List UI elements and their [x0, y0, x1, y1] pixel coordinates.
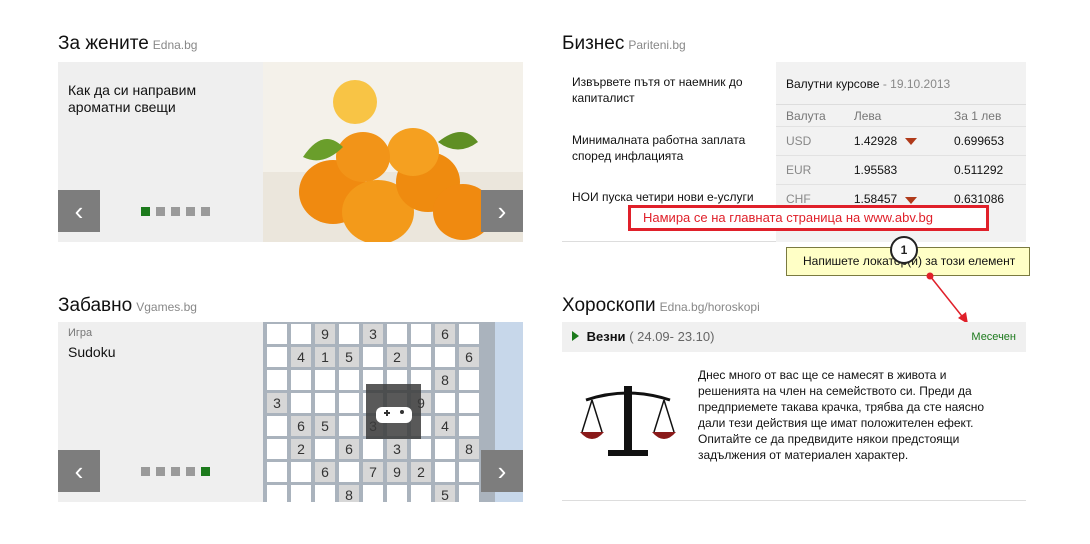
libra-scales-icon [578, 380, 678, 460]
play-icon [572, 331, 579, 341]
horoscope-sign[interactable]: Везни ( 24.09- 23.10) [572, 329, 714, 344]
divider [562, 500, 1026, 501]
horoscope-source[interactable]: Edna.bg/horoskopi [660, 300, 760, 314]
horoscope-text: Днес много от вас ще се намесят в живота… [698, 368, 985, 462]
horoscope-section-title[interactable]: Хороскопи Edna.bg/horoskopi [562, 295, 760, 317]
horoscope-header[interactable]: Везни ( 24.09- 23.10) Месечен [562, 322, 1026, 352]
monthly-link[interactable]: Месечен [971, 331, 1016, 343]
